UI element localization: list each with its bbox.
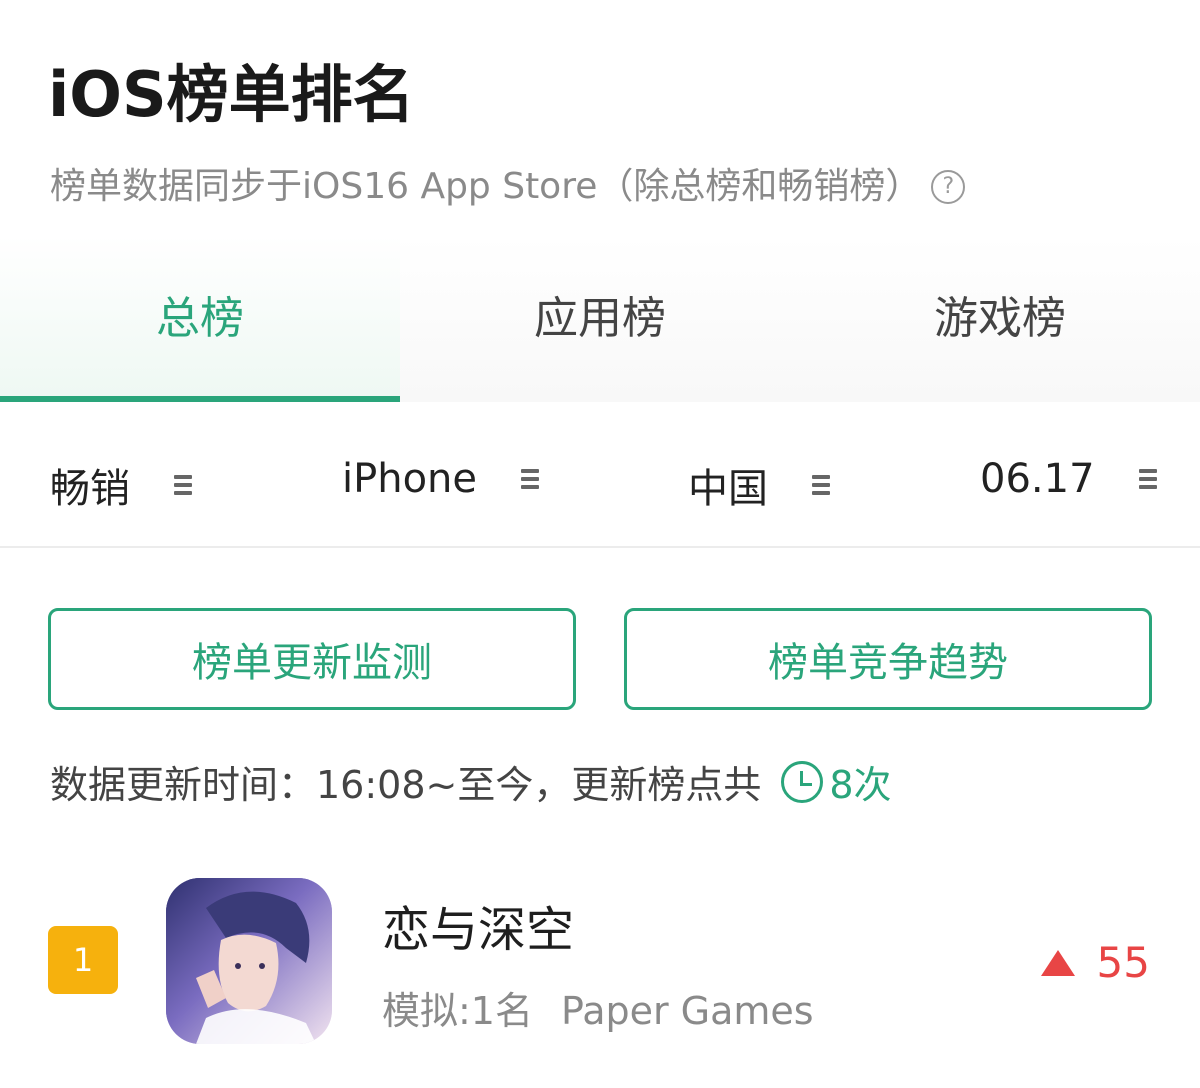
filter-device[interactable]: iPhone xyxy=(342,456,540,502)
filter-chart-type-value: 畅销 xyxy=(50,466,130,512)
competition-trend-button[interactable]: 榜单竞争趋势 xyxy=(624,608,1152,710)
filter-date-value: 06.17 xyxy=(980,456,1095,502)
page-title: iOS榜单排名 xyxy=(48,58,415,131)
filter-date[interactable]: 06.17 xyxy=(980,456,1157,502)
menu-icon xyxy=(521,469,540,489)
subtitle-text: 榜单数据同步于iOS16 App Store（除总榜和畅销榜） xyxy=(50,166,922,207)
rank-change: 55 xyxy=(1040,938,1150,987)
update-count[interactable]: 8次 xyxy=(829,754,891,809)
filter-bar: 畅销 iPhone 中国 06.17 xyxy=(0,412,1200,548)
triangle-up-icon xyxy=(1040,949,1075,976)
tab-overall[interactable]: 总榜 xyxy=(0,236,400,402)
filter-region-value: 中国 xyxy=(688,466,768,512)
app-meta: 模拟:1名 Paper Games xyxy=(382,980,814,1035)
app-name: 恋与深空 xyxy=(382,902,575,958)
app-icon xyxy=(166,878,332,1044)
developer-name: Paper Games xyxy=(560,989,814,1033)
menu-icon xyxy=(174,475,192,495)
clock-icon xyxy=(781,760,824,803)
help-icon[interactable]: ? xyxy=(931,170,966,205)
ranking-tabs: 总榜 应用榜 游戏榜 xyxy=(0,236,1200,402)
rank-change-value: 55 xyxy=(1096,938,1150,987)
page-subtitle: 榜单数据同步于iOS16 App Store（除总榜和畅销榜） ? xyxy=(50,164,966,211)
tab-apps[interactable]: 应用榜 xyxy=(400,236,800,402)
simulated-rank: 模拟:1名 xyxy=(382,989,533,1033)
ranking-row[interactable]: 1 恋与深空 模拟:1名 Paper Games 55 xyxy=(0,860,1200,1060)
filter-device-value: iPhone xyxy=(342,456,478,502)
update-info: 数据更新时间：16:08~至今，更新榜点共 8次 xyxy=(50,754,892,809)
tab-games[interactable]: 游戏榜 xyxy=(800,236,1200,402)
filter-chart-type[interactable]: 畅销 xyxy=(50,456,192,514)
menu-icon xyxy=(1138,469,1157,489)
update-monitor-button[interactable]: 榜单更新监测 xyxy=(48,608,576,710)
update-info-text: 数据更新时间：16:08~至今，更新榜点共 xyxy=(50,763,762,807)
menu-icon xyxy=(812,475,830,495)
filter-region[interactable]: 中国 xyxy=(688,456,830,514)
rank-badge: 1 xyxy=(48,926,118,994)
